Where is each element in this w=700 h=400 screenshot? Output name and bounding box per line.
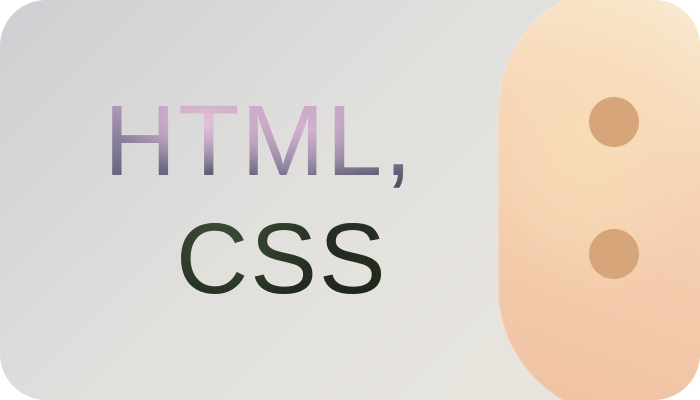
peach-side-shape [498, 0, 700, 400]
top-dot [589, 97, 639, 147]
hero-title: HTML, CSS [104, 82, 454, 312]
bottom-dot [589, 229, 639, 279]
hero-title-line-2: CSS [176, 203, 388, 315]
hero-title-line-1: HTML, [104, 85, 414, 197]
hero-card: HTML, CSS [0, 0, 700, 400]
